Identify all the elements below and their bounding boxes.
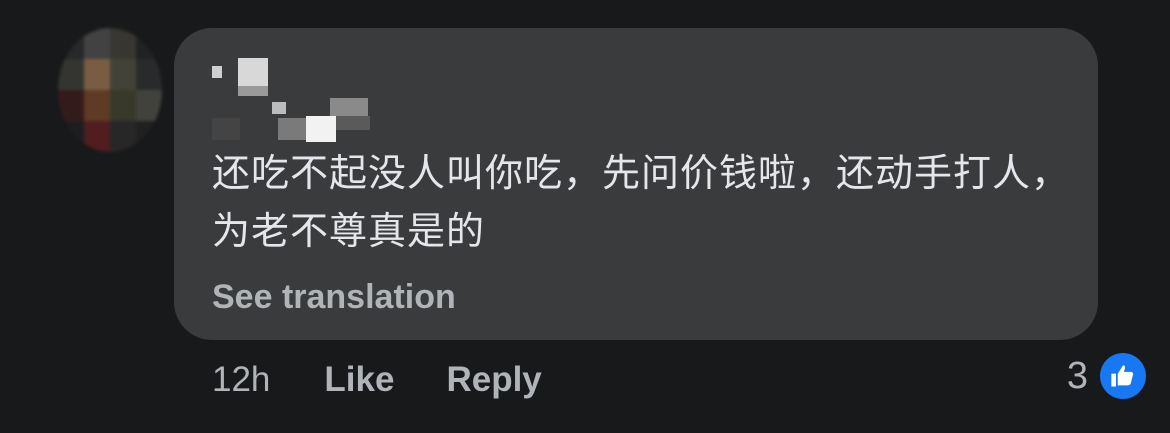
thumbs-up-glyph <box>1111 365 1134 387</box>
comment-actions: 12h Like Reply <box>212 358 594 402</box>
reply-button[interactable]: Reply <box>446 360 541 400</box>
reaction-count: 3 <box>1066 354 1088 397</box>
timestamp[interactable]: 12h <box>212 360 270 400</box>
avatar[interactable] <box>58 28 162 152</box>
like-button[interactable]: Like <box>324 360 394 400</box>
comment-bubble: 还吃不起没人叫你吃，先问价钱啦，还动手打人，为老不尊真是的 See transl… <box>174 28 1098 340</box>
see-translation-link[interactable]: See translation <box>212 278 456 317</box>
comment-text: 还吃不起没人叫你吃，先问价钱啦，还动手打人，为老不尊真是的 <box>212 151 1071 253</box>
thumbs-up-icon <box>1100 353 1146 399</box>
comment-thread: 还吃不起没人叫你吃，先问价钱啦，还动手打人，为老不尊真是的 See transl… <box>0 0 1170 433</box>
author-name-redacted[interactable] <box>212 58 372 144</box>
reaction-summary[interactable]: 3 <box>1067 352 1146 400</box>
